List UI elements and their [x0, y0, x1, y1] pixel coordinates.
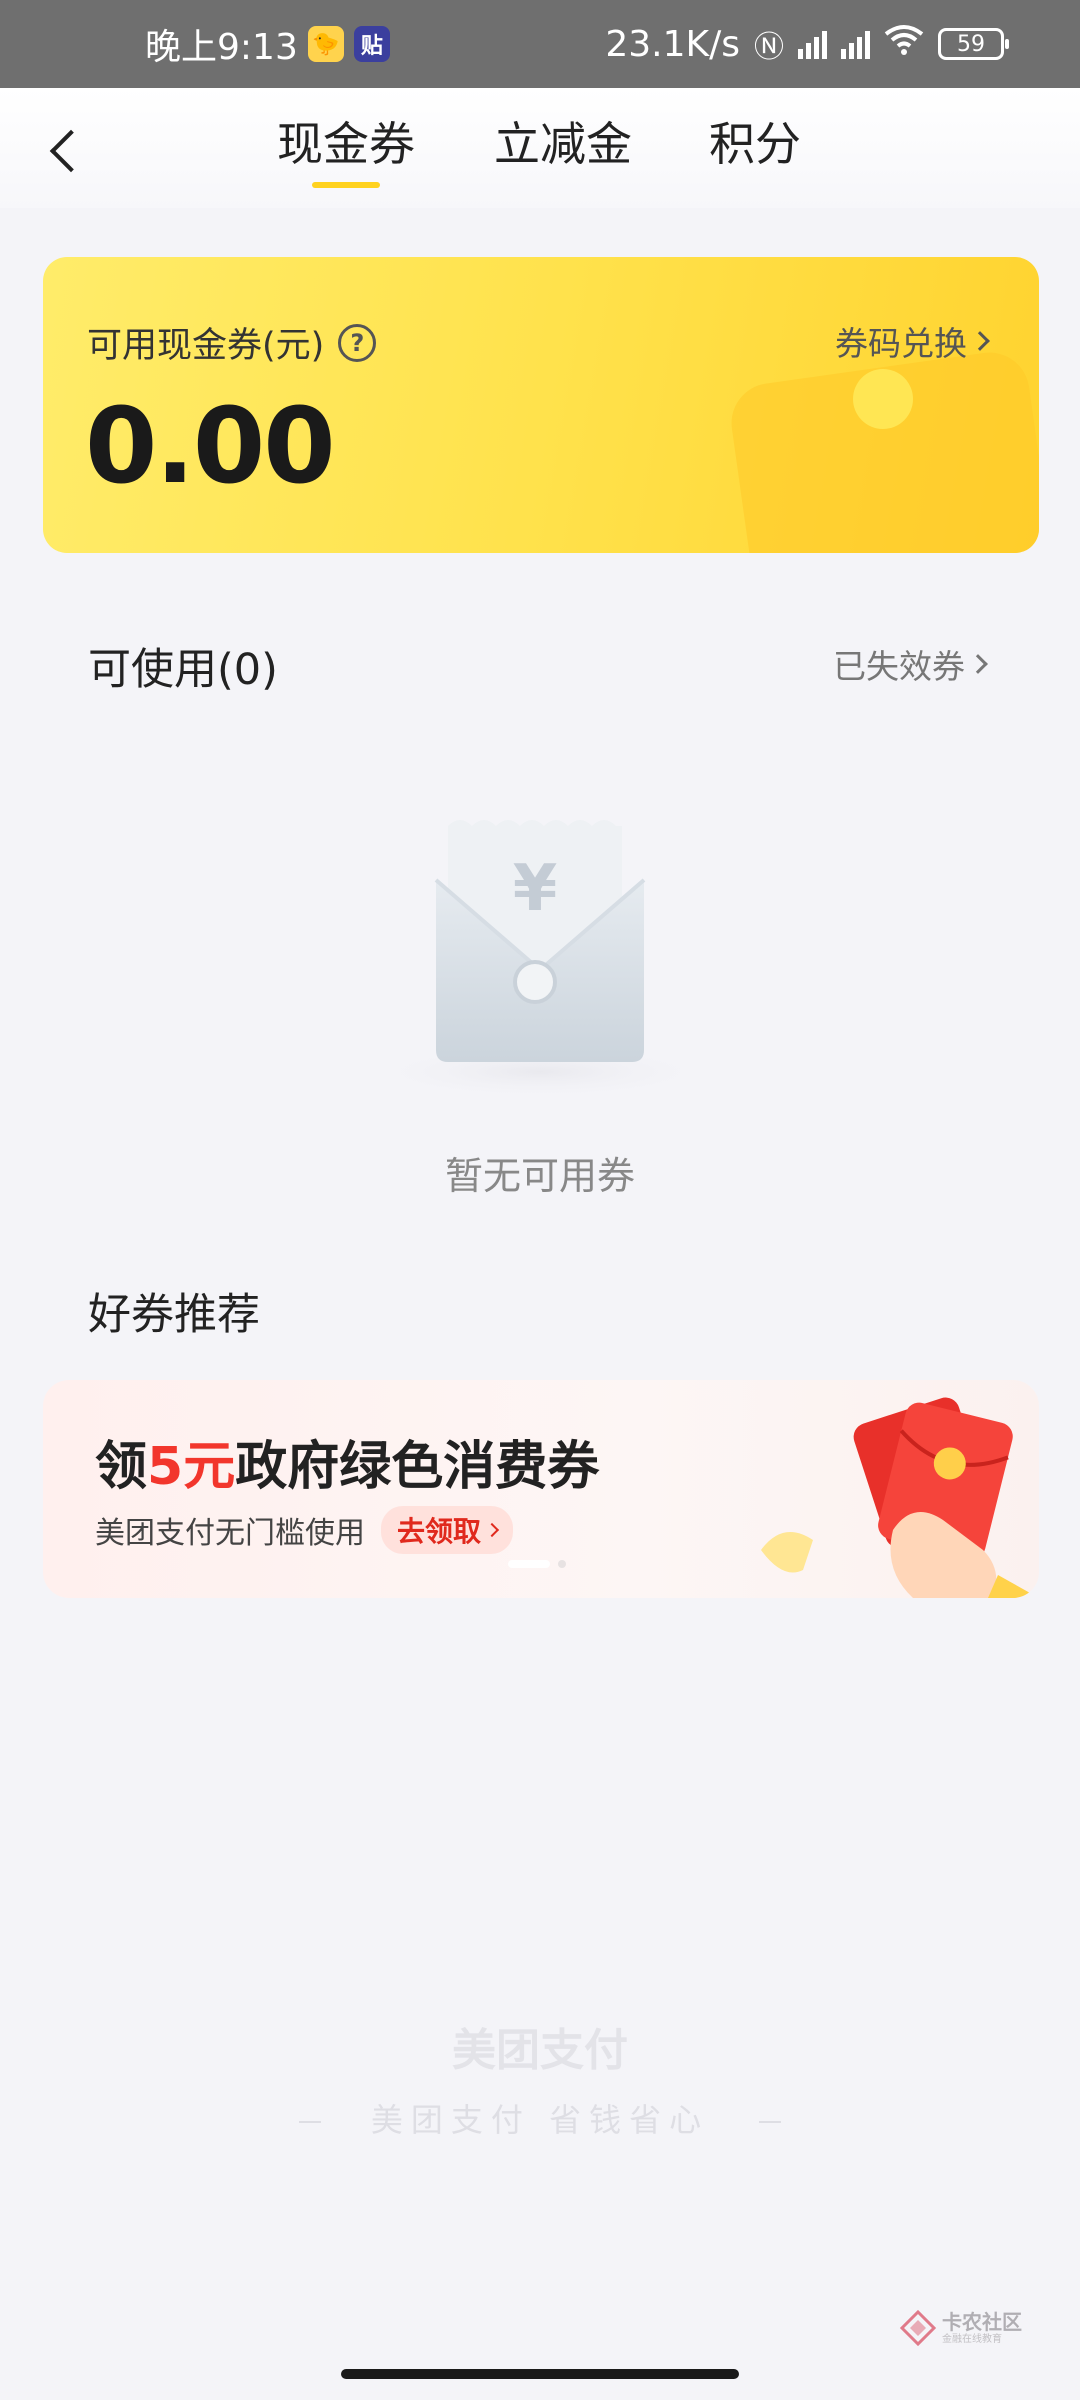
brand-logo-text: 美团支付 — [452, 2025, 628, 2076]
expired-coupons-label: 已失效券 — [833, 647, 965, 686]
code-exchange-label: 券码兑换 — [835, 324, 967, 363]
active-tab-indicator — [312, 182, 380, 188]
tab-points[interactable]: 积分 — [709, 108, 801, 188]
wifi-icon — [884, 24, 924, 65]
empty-state-text: 暂无可用券 — [444, 1154, 635, 1198]
brand-slogan: 美团支付 省钱省心 — [0, 2095, 1080, 2141]
red-envelope-hand-illustration — [743, 1380, 1039, 1598]
notification-tieba-icon: 贴 — [353, 26, 390, 62]
balance-card: 可用现金券(元) ? 0.00 券码兑换 — [43, 257, 1039, 553]
balance-label: 可用现金券(元) ? — [87, 317, 377, 368]
slogan-dash-left — [298, 2121, 321, 2123]
available-section-title: 可使用(0) — [88, 645, 278, 695]
slogan-text: 美团支付 省钱省心 — [370, 2101, 710, 2139]
expired-coupons-link[interactable]: 已失效券 — [833, 640, 988, 688]
ticket-decoration-notch — [853, 369, 913, 429]
svg-text:¥: ¥ — [513, 852, 558, 926]
notification-app-icon: 🐤 — [307, 26, 344, 62]
signal-1-icon — [798, 29, 827, 59]
battery-icon: 59 — [938, 28, 1009, 60]
tab-instant-discount[interactable]: 立减金 — [494, 108, 632, 188]
watermark-text: 卡农社区 金融在线教育 — [942, 2312, 1022, 2345]
promo-headline: 领5元政府绿色消费券 — [95, 1424, 599, 1499]
tab-cash-coupon[interactable]: 现金券 — [277, 108, 415, 188]
nfc-icon: Ⓝ — [754, 30, 784, 65]
promo-subtitle-row: 美团支付无门槛使用 去领取 — [95, 1506, 514, 1554]
carousel-dot-active — [508, 1560, 550, 1568]
promo-headline-prefix: 领 — [95, 1437, 148, 1497]
carousel-dot — [558, 1560, 566, 1568]
watermark-sub: 金融在线教育 — [942, 2333, 1002, 2345]
status-bar-right: 23.1K/s Ⓝ 59 — [605, 0, 1009, 88]
watermark-logo-icon — [900, 2310, 936, 2346]
balance-amount: 0.00 — [85, 385, 336, 507]
code-exchange-link[interactable]: 券码兑换 — [835, 317, 990, 365]
carousel-indicator — [508, 1560, 566, 1568]
home-indicator[interactable] — [341, 2369, 739, 2379]
promo-headline-amount: 5元 — [147, 1437, 236, 1497]
recommended-section-title: 好券推荐 — [88, 1290, 260, 1340]
promo-subtitle: 美团支付无门槛使用 — [95, 1516, 365, 1551]
status-bar-left: 晚上9:13 🐤 贴 — [145, 0, 390, 88]
chevron-right-icon — [484, 1522, 500, 1538]
tab-bar: 现金券 立减金 积分 — [0, 88, 1080, 208]
clock: 晚上9:13 — [145, 27, 298, 68]
watermark-main: 卡农社区 — [942, 2309, 1022, 2334]
empty-coupon-illustration: ¥ — [360, 810, 720, 1100]
tab-label: 立减金 — [494, 117, 632, 171]
balance-label-text: 可用现金券(元) — [87, 326, 325, 366]
network-speed: 23.1K/s — [605, 23, 740, 65]
tab-label: 现金券 — [277, 117, 415, 171]
watermark: 卡农社区 金融在线教育 — [900, 2310, 1022, 2346]
promo-banner[interactable]: 领5元政府绿色消费券 美团支付无门槛使用 去领取 — [43, 1380, 1039, 1598]
chevron-right-icon — [968, 654, 988, 674]
claim-button-label: 去领取 — [397, 1515, 482, 1548]
question-icon[interactable]: ? — [338, 323, 377, 362]
tab-label: 积分 — [709, 117, 801, 171]
slogan-dash-right — [759, 2121, 782, 2123]
header: 现金券 立减金 积分 — [0, 88, 1080, 208]
chevron-right-icon — [970, 331, 990, 351]
claim-button[interactable]: 去领取 — [381, 1506, 514, 1554]
signal-2-icon — [841, 29, 870, 59]
status-bar: 晚上9:13 🐤 贴 23.1K/s Ⓝ 59 — [0, 0, 1080, 88]
promo-headline-suffix: 政府绿色消费券 — [235, 1437, 600, 1497]
